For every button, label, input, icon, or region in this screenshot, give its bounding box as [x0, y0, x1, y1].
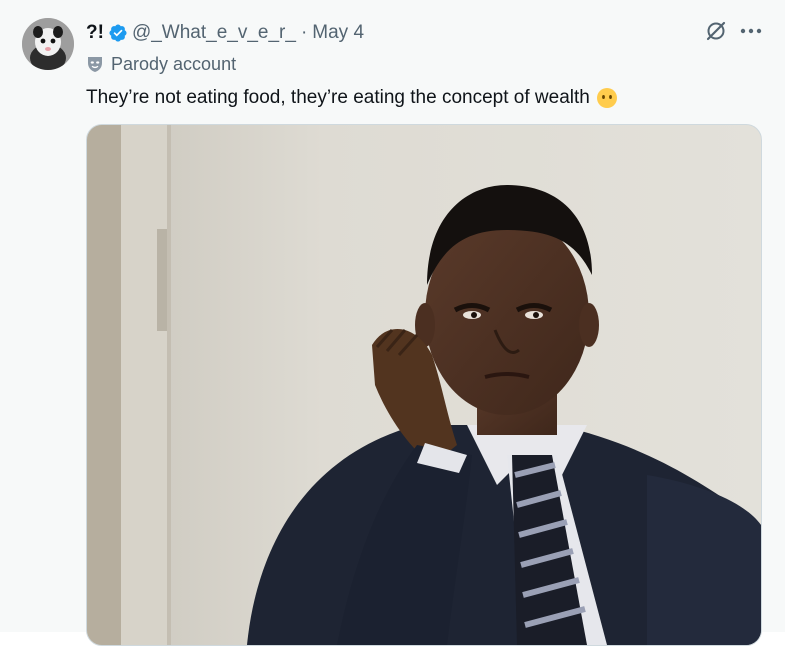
- display-name[interactable]: ?!: [86, 22, 104, 44]
- more-options-icon[interactable]: [739, 20, 763, 42]
- possum-avatar-icon: [22, 18, 74, 70]
- grok-icon[interactable]: [705, 20, 727, 42]
- tweet-text: They’re not eating food, they’re eating …: [86, 84, 618, 112]
- parody-label-text: Parody account: [111, 53, 237, 74]
- separator-dot: ·: [300, 22, 308, 43]
- verified-badge-icon[interactable]: [108, 23, 128, 43]
- user-handle[interactable]: @_What_e_v_e_r_: [132, 22, 296, 44]
- tweet-media-photo[interactable]: [86, 124, 762, 646]
- tweet-text-content: They’re not eating food, they’re eating …: [86, 87, 590, 108]
- meme-photo-icon: [87, 125, 761, 645]
- avatar[interactable]: [22, 18, 74, 70]
- parody-label: Parody account: [86, 52, 236, 76]
- mask-icon: [86, 55, 104, 73]
- face-without-mouth-emoji-icon: [596, 87, 618, 109]
- tweet-actions: [705, 20, 763, 42]
- tweet-header: ?! @_What_e_v_e_r_ · May 4: [86, 20, 364, 46]
- tweet-date[interactable]: May 4: [312, 22, 364, 44]
- tweet-card[interactable]: ?! @_What_e_v_e_r_ · May 4 Parody accoun…: [0, 0, 785, 646]
